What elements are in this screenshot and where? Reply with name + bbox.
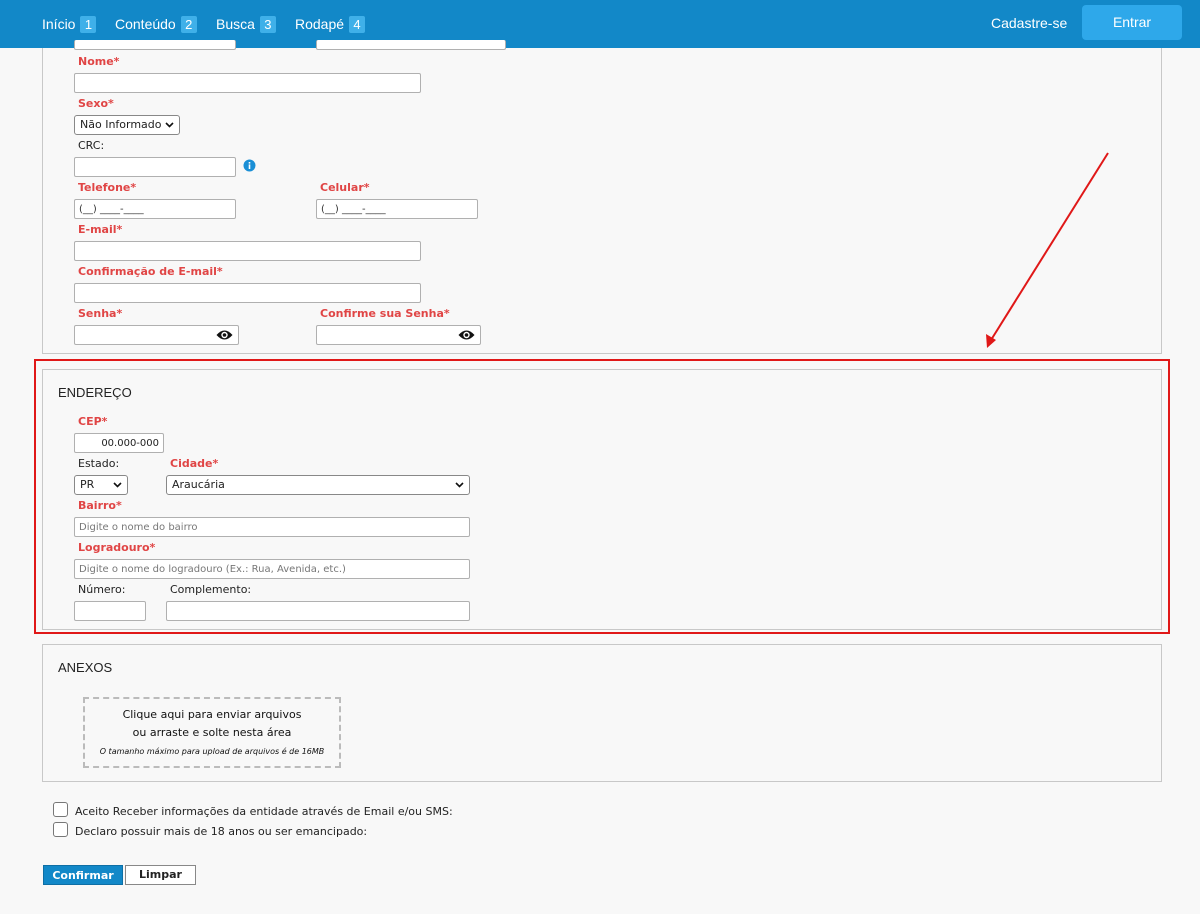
estado-select-value: PR	[80, 478, 95, 491]
complemento-label: Complemento:	[170, 583, 252, 596]
age-declaration-label: Declaro possuir mais de 18 anos ou ser e…	[75, 825, 368, 838]
logradouro-label: Logradouro*	[78, 541, 156, 554]
complemento-input[interactable]	[166, 601, 470, 621]
age-declaration-checkbox[interactable]	[53, 822, 68, 837]
dropzone-size-note: O tamanho máximo para upload de arquivos…	[99, 747, 325, 756]
cidade-label: Cidade*	[170, 457, 219, 470]
address-section-title: ENDEREÇO	[58, 385, 132, 400]
cidade-select-value: Araucária	[172, 478, 225, 491]
estado-select[interactable]: PR	[74, 475, 128, 495]
attachments-section-title: ANEXOS	[58, 660, 113, 675]
dropzone-line-2: ou arraste e solte nesta área	[132, 726, 292, 739]
clear-button[interactable]: Limpar	[125, 865, 196, 885]
file-dropzone[interactable]: Clique aqui para enviar arquivos ou arra…	[83, 697, 341, 768]
dropzone-line-1: Clique aqui para enviar arquivos	[122, 708, 302, 721]
bairro-input[interactable]: Digite o nome do bairro	[74, 517, 470, 537]
cep-input-value: 00.000-000	[101, 438, 159, 449]
chevron-down-icon	[455, 482, 464, 488]
estado-label: Estado:	[78, 457, 120, 470]
cep-input[interactable]: 00.000-000	[74, 433, 164, 453]
numero-input[interactable]	[74, 601, 146, 621]
accept-info-label: Aceito Receber informações da entidade a…	[75, 805, 453, 818]
logradouro-placeholder: Digite o nome do logradouro (Ex.: Rua, A…	[79, 564, 346, 575]
confirm-button[interactable]: Confirmar	[43, 865, 123, 885]
bairro-label: Bairro*	[78, 499, 122, 512]
numero-label: Número:	[78, 583, 126, 596]
logradouro-input[interactable]: Digite o nome do logradouro (Ex.: Rua, A…	[74, 559, 470, 579]
bairro-placeholder: Digite o nome do bairro	[79, 522, 198, 533]
cep-label: CEP*	[78, 415, 108, 428]
accept-info-checkbox[interactable]	[53, 802, 68, 817]
cidade-select[interactable]: Araucária	[166, 475, 470, 495]
chevron-down-icon	[113, 482, 122, 488]
